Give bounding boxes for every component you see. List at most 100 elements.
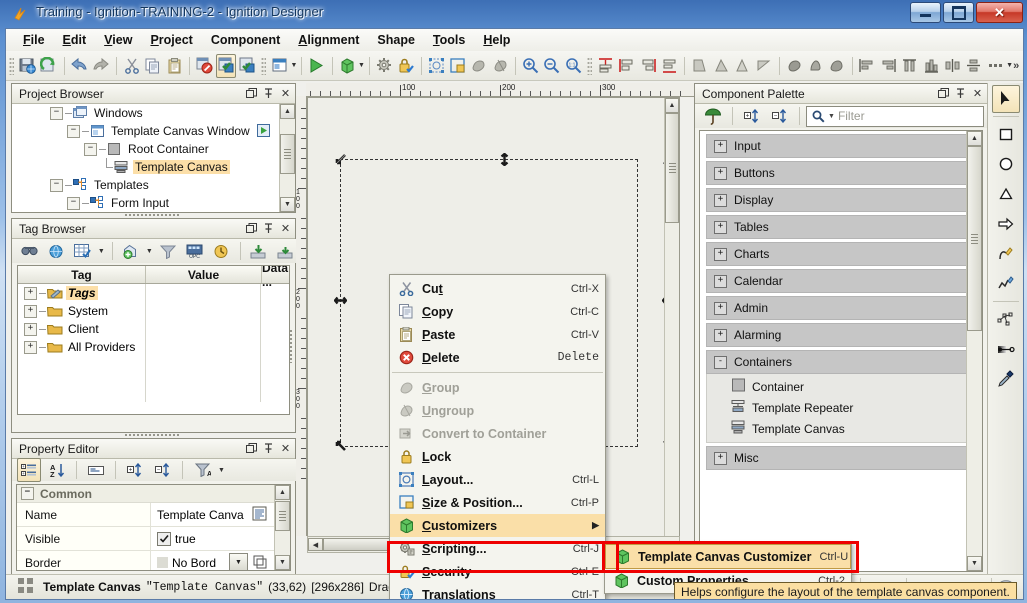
palette-section-misc[interactable]: + Misc [706,446,976,470]
redo-icon[interactable] [91,54,111,78]
context-menu-item-security[interactable]: Security Ctrl-E [390,560,605,583]
size-position-toolbar-icon[interactable] [448,54,467,78]
menu-tools[interactable]: Tools [424,31,474,49]
tree-node-form-input[interactable]: − Form Input [12,194,295,212]
expander-icon[interactable]: + [714,221,727,234]
select-all-icon[interactable] [426,54,445,78]
tag-panel-resize-grip[interactable] [289,329,293,363]
align-text-left-icon[interactable] [857,54,876,78]
scroll-down-arrow[interactable]: ▼ [967,556,982,571]
palette-section-input[interactable]: + Input [706,134,976,158]
minimize-button[interactable] [910,2,941,23]
scroll-up-arrow[interactable]: ▲ [280,104,295,119]
menu-shape[interactable]: Shape [368,31,424,49]
scroll-down-arrow[interactable]: ▼ [275,555,290,570]
align-bottom-icon[interactable] [660,54,679,78]
float-icon[interactable] [244,441,259,456]
palette-umbrella-icon[interactable] [701,104,725,128]
collapse-all-icon[interactable]: − [151,458,175,482]
tag-browser-table[interactable]: Tag Value Data ... + Tag [17,265,290,415]
expander-icon[interactable]: − [21,487,34,500]
cut-icon[interactable] [122,54,141,78]
close-panel-icon[interactable]: ✕ [278,86,293,101]
context-menu-item-copy[interactable]: Copy Ctrl-C [390,300,605,323]
expander-icon[interactable]: − [84,143,97,156]
toolbar-grip[interactable] [9,57,14,75]
expander-icon[interactable]: + [24,305,37,318]
paste-icon[interactable] [165,54,184,78]
polyline-tool-icon[interactable] [992,270,1020,298]
zoom-out-icon[interactable] [542,54,561,78]
menu-help[interactable]: Help [474,31,519,49]
export-tags-icon[interactable] [248,239,271,263]
palette-section-charts[interactable]: + Charts [706,242,976,266]
pin-icon[interactable] [261,221,276,236]
update-dropdown-arrow[interactable]: ▼ [358,55,365,77]
property-row-name[interactable]: Name Template Canva [17,503,290,527]
expander-icon[interactable]: + [24,341,37,354]
description-toggle-icon[interactable] [84,458,108,482]
align-center-h-icon[interactable] [900,54,919,78]
arrow-tool-icon[interactable] [992,210,1020,238]
context-menu-item-paste[interactable]: Paste Ctrl-V [390,323,605,346]
menu-project[interactable]: Project [141,31,201,49]
shape-xor-icon[interactable] [754,54,773,78]
resize-handle-nw[interactable] [334,153,347,166]
expander-icon[interactable]: - [714,356,727,369]
context-menu-item-scripting[interactable]: Scripting... Ctrl-J [390,537,605,560]
rectangle-tool-icon[interactable] [992,120,1020,148]
center-both-icon[interactable] [964,54,983,78]
tree-node-root-container[interactable]: − Root Container [12,140,295,158]
expander-icon[interactable]: + [714,452,727,465]
expander-icon[interactable]: + [714,329,727,342]
toolbar-overflow-icon[interactable]: » [1013,60,1019,72]
gradient-tool-icon[interactable] [992,335,1020,363]
context-menu-item-translations[interactable]: Translations Ctrl-T [390,583,605,600]
path-break-icon[interactable] [806,54,825,78]
palette-section-calendar[interactable]: + Calendar [706,269,976,293]
expander-icon[interactable]: − [50,179,63,192]
context-menu-item-customizers[interactable]: Customizers ▶ [390,514,605,537]
scroll-thumb[interactable] [665,113,679,223]
close-panel-icon[interactable]: ✕ [278,441,293,456]
property-value-cell[interactable]: Template Canva [151,503,290,526]
palette-section-containers[interactable]: - Containers [706,350,976,374]
float-icon[interactable] [936,86,951,101]
distribute-v-icon[interactable] [921,54,940,78]
project-security-icon[interactable] [396,54,415,78]
palette-scrollbar[interactable]: ▲ ▼ [966,131,982,571]
context-menu-item-size-position[interactable]: Size & Position... Ctrl-P [390,491,605,514]
menu-view[interactable]: View [95,31,141,49]
pin-icon[interactable] [953,86,968,101]
distribute-h-icon[interactable] [943,54,962,78]
visible-checkbox[interactable] [157,532,171,546]
preview-mode-icon[interactable] [307,54,326,78]
import-tags-icon[interactable] [274,239,297,263]
window-mode-dropdown-arrow[interactable]: ▼ [290,55,297,77]
menu-alignment[interactable]: Alignment [289,31,368,49]
expander-icon[interactable]: + [24,323,37,336]
align-right-icon[interactable] [638,54,657,78]
align-left-icon[interactable] [617,54,636,78]
resize-handle-w[interactable] [334,294,347,307]
splitter-project-tag[interactable] [124,213,179,217]
property-value-cell[interactable]: true [151,527,290,550]
path-combine-icon[interactable] [784,54,803,78]
pencil-curve-tool-icon[interactable] [992,240,1020,268]
window-mode-icon[interactable] [270,54,289,78]
resize-handle-sw[interactable] [334,439,347,452]
ellipse-tool-icon[interactable] [992,150,1020,178]
pin-icon[interactable] [261,441,276,456]
save-icon[interactable] [18,54,37,78]
opc-browser-icon[interactable]: OPC [183,239,206,263]
component-context-menu[interactable]: Cut Ctrl-X Copy Ctrl-C Paste Ctrl-V [389,274,606,600]
component-palette-list[interactable]: + Input + Buttons + Display + Tables [699,130,983,572]
path-reverse-icon[interactable] [827,54,846,78]
scroll-up-arrow[interactable]: ▲ [967,131,982,146]
maximize-button[interactable] [943,2,974,23]
filter-dropdown-arrow[interactable]: ▼ [217,459,226,481]
delete-window-icon[interactable] [195,54,214,78]
tree-node-template-canvas[interactable]: Template Canvas [12,158,295,176]
property-editor-grid[interactable]: − Common Name Template Canva [16,484,291,571]
close-button[interactable]: ✕ [976,2,1023,23]
